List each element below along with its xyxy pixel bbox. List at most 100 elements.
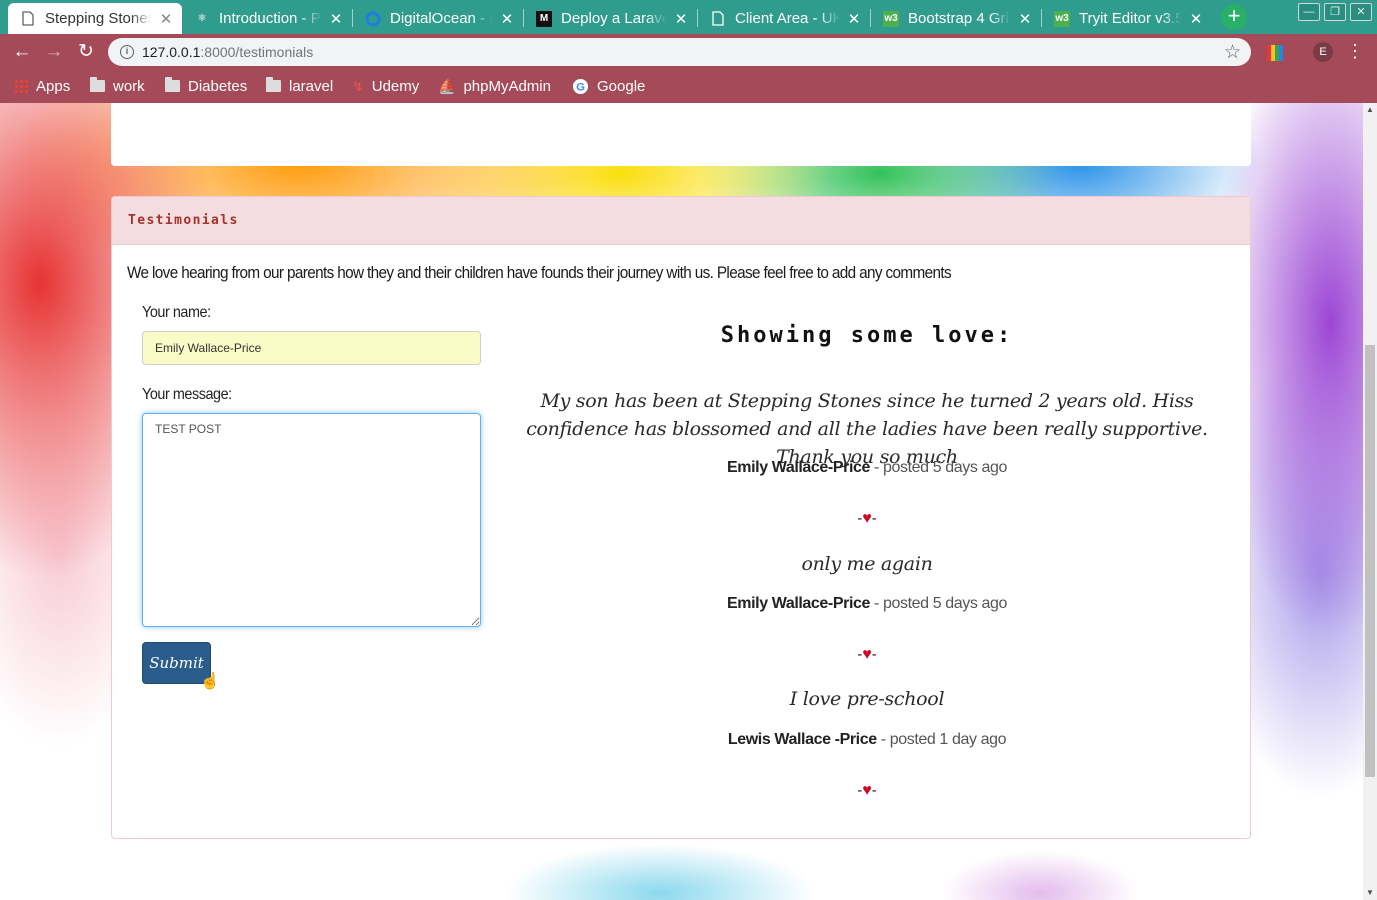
bookmark-label: Google xyxy=(597,77,646,95)
bookmark-udemy[interactable]: ↯ Udemy xyxy=(352,76,419,96)
scroll-thumb[interactable] xyxy=(1365,345,1375,777)
page-viewport: Testimonials We love hearing from our pa… xyxy=(0,103,1363,900)
message-label: Your message: xyxy=(142,386,232,403)
close-tab-icon[interactable]: ✕ xyxy=(158,10,174,28)
testimonial-posted: - posted 5 days ago xyxy=(874,595,1007,612)
forward-icon[interactable]: → xyxy=(43,41,65,63)
close-tab-icon[interactable]: ✕ xyxy=(328,10,344,28)
apps-grid-icon xyxy=(14,79,28,93)
bookmark-apps[interactable]: Apps xyxy=(14,76,70,96)
bookmark-label: work xyxy=(113,77,145,95)
testimonials-list: Showing some love: My son has been at St… xyxy=(522,197,1212,837)
testimonial-posted: - posted 1 day ago xyxy=(880,731,1007,748)
bookmark-label: Udemy xyxy=(371,77,420,95)
bookmark-label: laravel xyxy=(289,77,334,95)
bookmark-diabetes[interactable]: Diabetes xyxy=(165,76,247,96)
testimonial-author: Emily Wallace-Price xyxy=(727,595,870,612)
scroll-down-icon[interactable]: ▼ xyxy=(1363,886,1377,900)
google-icon: G xyxy=(572,78,589,95)
testimonial-meta: Lewis Wallace -Price - posted 1 day ago xyxy=(522,731,1212,749)
bookmark-label: Diabetes xyxy=(188,77,248,95)
heart-divider: -♥- xyxy=(522,782,1212,800)
profile-avatar[interactable]: E xyxy=(1313,42,1333,62)
folder-icon xyxy=(165,77,180,92)
tab-title: DigitalOcean - m xyxy=(390,10,493,27)
bookmark-laravel[interactable]: laravel xyxy=(266,76,333,96)
close-tab-icon[interactable]: ✕ xyxy=(1017,10,1033,28)
testimonial-author: Lewis Wallace -Price xyxy=(727,731,877,748)
tab-bootstrap-grid[interactable]: w3 Bootstrap 4 Gri ✕ xyxy=(871,3,1041,34)
document-icon xyxy=(710,11,726,27)
folder-icon xyxy=(90,77,105,92)
heart-icon: ♥ xyxy=(862,782,872,799)
tab-introduction[interactable]: ⚛ Introduction - P ✕ xyxy=(182,3,352,34)
testimonial-meta: Emily Wallace-Price - posted 5 days ago xyxy=(522,595,1212,613)
tab-digitalocean[interactable]: DigitalOcean - m ✕ xyxy=(353,3,523,34)
bookmark-phpmyadmin[interactable]: ⛵ phpMyAdmin xyxy=(438,76,551,96)
new-tab-button[interactable]: + xyxy=(1221,4,1247,30)
back-icon[interactable]: ← xyxy=(11,41,33,63)
tab-stepping-stones[interactable]: Stepping Stones ✕ xyxy=(8,3,182,34)
testimonials-card: Testimonials We love hearing from our pa… xyxy=(111,196,1251,839)
tab-title: Deploy a Larave xyxy=(561,10,667,27)
info-icon[interactable]: i xyxy=(120,45,134,59)
reload-icon[interactable]: ↻ xyxy=(75,41,97,63)
name-label: Your name: xyxy=(142,304,211,321)
heart-icon: ♥ xyxy=(862,646,872,663)
heart-icon: ♥ xyxy=(862,510,872,527)
address-bar[interactable]: i 127.0.0.1 :8000/testimonials ☆ xyxy=(108,38,1251,66)
tab-client-area[interactable]: Client Area - UK ✕ xyxy=(698,3,870,34)
close-tab-icon[interactable]: ✕ xyxy=(673,10,689,28)
tab-tryit-editor[interactable]: w3 Tryit Editor v3.5 ✕ xyxy=(1042,3,1212,34)
bookmark-label: phpMyAdmin xyxy=(463,77,551,95)
w3schools-icon: w3 xyxy=(883,10,899,27)
testimonial-message: I love pre-school xyxy=(789,688,945,710)
url-host: 127.0.0.1 xyxy=(142,44,201,60)
testimonial-posted: - posted 5 days ago xyxy=(874,459,1007,476)
svg-text:G: G xyxy=(576,81,585,93)
scroll-up-icon[interactable]: ▲ xyxy=(1363,103,1377,117)
close-tab-icon[interactable]: ✕ xyxy=(846,10,862,28)
digitalocean-icon xyxy=(365,11,381,27)
tab-title: Client Area - UK xyxy=(735,10,840,27)
testimonial-author: Emily Wallace-Price xyxy=(727,459,870,476)
document-icon xyxy=(20,11,36,27)
testimonial-message: only me again xyxy=(801,553,933,575)
heart-divider: -♥- xyxy=(522,510,1212,528)
tab-deploy-laravel[interactable]: M Deploy a Larave ✕ xyxy=(524,3,697,34)
close-tab-icon[interactable]: ✕ xyxy=(499,10,515,28)
browser-toolbar: ← → ↻ i 127.0.0.1 :8000/testimonials ☆ E… xyxy=(0,34,1377,70)
page-scrollbar[interactable]: ▲ ▼ xyxy=(1363,103,1377,900)
tab-title: Tryit Editor v3.5 xyxy=(1079,10,1182,27)
medium-icon: M xyxy=(536,10,552,27)
close-tab-icon[interactable]: ✕ xyxy=(1188,10,1204,28)
previous-card xyxy=(111,103,1251,166)
bookmark-star-icon[interactable]: ☆ xyxy=(1224,41,1241,64)
name-input[interactable] xyxy=(142,331,481,365)
url-path: :8000/testimonials xyxy=(200,44,314,60)
minimize-icon[interactable]: — xyxy=(1298,3,1320,21)
tab-title: Introduction - P xyxy=(219,10,321,27)
divider-dash: - xyxy=(871,782,877,799)
message-textarea[interactable]: TEST POST xyxy=(142,413,481,627)
tab-title: Bootstrap 4 Gri xyxy=(908,10,1009,27)
extension-icon[interactable] xyxy=(1267,45,1283,61)
divider-dash: - xyxy=(871,510,877,527)
tab-title: Stepping Stones xyxy=(45,10,152,27)
heart-divider: -♥- xyxy=(522,646,1212,664)
divider-dash: - xyxy=(871,646,877,663)
testimonial-meta: Emily Wallace-Price - posted 5 days ago xyxy=(522,459,1212,477)
love-title: Showing some love: xyxy=(720,323,1014,348)
bookmark-google[interactable]: G Google xyxy=(572,76,645,96)
bookmark-work[interactable]: work xyxy=(90,76,145,96)
bookmarks-bar: Apps work Diabetes laravel ↯ Udemy ⛵ php… xyxy=(0,70,1377,103)
close-window-icon[interactable]: ✕ xyxy=(1350,3,1372,21)
tab-strip: Stepping Stones ✕ ⚛ Introduction - P ✕ D… xyxy=(0,0,1377,34)
hand-cursor-icon: ☝ xyxy=(200,673,220,690)
site-icon: ⚛ xyxy=(197,13,207,24)
bookmark-label: Apps xyxy=(36,77,71,95)
folder-icon xyxy=(266,77,281,92)
restore-icon[interactable]: ❐ xyxy=(1324,3,1346,21)
menu-dots-icon[interactable]: ⋮ xyxy=(1346,40,1364,62)
phpmyadmin-icon: ⛵ xyxy=(438,77,456,94)
